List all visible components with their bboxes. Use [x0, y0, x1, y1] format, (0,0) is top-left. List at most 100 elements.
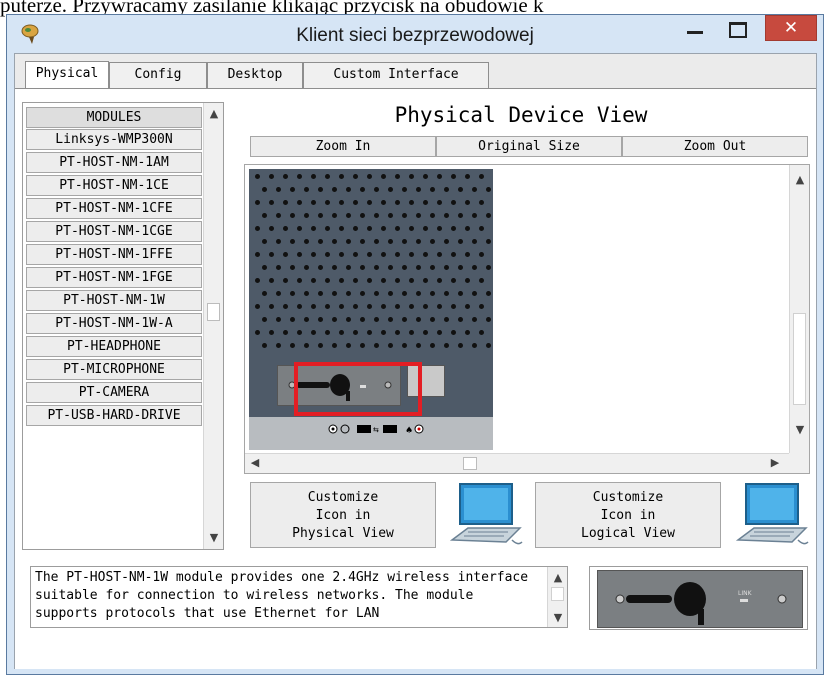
- view-vertical-scrollbar[interactable]: ▲ ▼: [789, 165, 809, 453]
- module-item[interactable]: PT-MICROPHONE: [26, 359, 202, 380]
- chassis-vent-hole: [262, 265, 267, 270]
- customize-physical-icon-button[interactable]: Customize Icon in Physical View: [250, 482, 436, 548]
- chassis-vent-hole: [318, 213, 323, 218]
- chassis-vent-hole: [423, 200, 428, 205]
- chassis-vent-hole: [346, 187, 351, 192]
- module-item[interactable]: PT-CAMERA: [26, 382, 202, 403]
- close-button[interactable]: ✕: [765, 15, 817, 41]
- chassis-vent-hole: [437, 226, 442, 231]
- chassis-vent-hole: [332, 187, 337, 192]
- title-bar[interactable]: Klient sieci bezprzewodowej ✕: [7, 15, 823, 53]
- chassis-vent-hole: [486, 317, 491, 322]
- chassis-vent-hole: [486, 213, 491, 218]
- customize-logical-icon-button[interactable]: Customize Icon in Logical View: [535, 482, 721, 548]
- highlight-frame: [294, 362, 422, 416]
- original-size-button[interactable]: Original Size: [436, 136, 622, 157]
- view-horizontal-scrollbar[interactable]: ◀ ▶: [245, 453, 789, 473]
- chassis-vent-hole: [311, 278, 316, 283]
- tab-config[interactable]: Config: [109, 62, 207, 88]
- chassis-vent-hole: [346, 317, 351, 322]
- chassis-vent-hole: [297, 226, 302, 231]
- chassis-vent-hole: [444, 265, 449, 270]
- chassis-vent-hole: [311, 304, 316, 309]
- chassis-vent-hole: [367, 226, 372, 231]
- chassis-vent-hole: [437, 304, 442, 309]
- chassis-vent-hole: [262, 343, 267, 348]
- module-item[interactable]: Linksys-WMP300N: [26, 129, 202, 150]
- module-item[interactable]: PT-HOST-NM-1AM: [26, 152, 202, 173]
- scroll-left-icon[interactable]: ◀: [249, 456, 261, 469]
- scroll-down-icon[interactable]: ▼: [204, 531, 224, 544]
- chassis-vent-hole: [325, 304, 330, 309]
- minimize-button[interactable]: [677, 15, 713, 41]
- zoom-in-button[interactable]: Zoom In: [250, 136, 436, 157]
- modules-scrollbar[interactable]: ▲ ▼: [203, 103, 223, 549]
- chassis-vent-hole: [416, 239, 421, 244]
- module-item[interactable]: PT-USB-HARD-DRIVE: [26, 405, 202, 426]
- chassis-vent-hole: [290, 213, 295, 218]
- module-item[interactable]: PT-HOST-NM-1FFE: [26, 244, 202, 265]
- chassis-vent-hole: [479, 200, 484, 205]
- chassis-vent-hole: [423, 330, 428, 335]
- chassis-vent-hole: [465, 200, 470, 205]
- module-item[interactable]: PT-HEADPHONE: [26, 336, 202, 357]
- chassis-vent-hole: [367, 330, 372, 335]
- computer-icon: [735, 483, 809, 545]
- modules-list[interactable]: MODULES Linksys-WMP300N PT-HOST-NM-1AM P…: [22, 102, 224, 550]
- chassis-vent-hole: [388, 317, 393, 322]
- module-item[interactable]: PT-HOST-NM-1CFE: [26, 198, 202, 219]
- tab-desktop[interactable]: Desktop: [207, 62, 303, 88]
- chassis-vent-hole: [311, 330, 316, 335]
- chassis-vent-hole: [290, 317, 295, 322]
- module-item[interactable]: PT-HOST-NM-1W-A: [26, 313, 202, 334]
- chassis-vent-hole: [332, 239, 337, 244]
- chassis-vent-hole: [346, 213, 351, 218]
- chassis-vent-hole: [367, 252, 372, 257]
- tab-physical[interactable]: Physical: [25, 61, 109, 89]
- chassis-vent-hole: [255, 226, 260, 231]
- chassis-vent-hole: [374, 213, 379, 218]
- chassis-vent-hole: [423, 174, 428, 179]
- scroll-down-icon[interactable]: ▼: [548, 609, 567, 627]
- chassis-vent-hole: [360, 317, 365, 322]
- physical-device-view[interactable]: ⇆ ♠ ▲ ▼ ◀ ▶: [244, 164, 810, 474]
- chassis-vent-hole: [297, 278, 302, 283]
- maximize-button[interactable]: [719, 15, 755, 41]
- maximize-icon: [729, 22, 747, 38]
- chassis-vent-hole: [276, 343, 281, 348]
- zoom-out-button[interactable]: Zoom Out: [622, 136, 808, 157]
- scroll-right-icon[interactable]: ▶: [769, 456, 781, 469]
- scroll-thumb[interactable]: [551, 587, 564, 601]
- scroll-thumb[interactable]: [793, 313, 806, 405]
- chassis-vent-hole: [402, 265, 407, 270]
- chassis-vent-hole: [437, 330, 442, 335]
- chassis-vent-hole: [472, 213, 477, 218]
- link-label: LINK: [738, 590, 753, 597]
- chassis-vent-hole: [444, 291, 449, 296]
- chassis-vent-hole: [430, 213, 435, 218]
- module-item[interactable]: PT-HOST-NM-1W: [26, 290, 202, 311]
- tab-custom-interface[interactable]: Custom Interface: [303, 62, 489, 88]
- module-description[interactable]: The PT-HOST-NM-1W module provides one 2.…: [30, 566, 568, 628]
- chassis-vent-hole: [395, 226, 400, 231]
- module-item[interactable]: PT-HOST-NM-1CGE: [26, 221, 202, 242]
- chassis-vent-hole: [409, 226, 414, 231]
- chassis-vent-hole: [262, 239, 267, 244]
- chassis-vent-hole: [423, 252, 428, 257]
- customize-line: Icon in: [600, 508, 656, 523]
- module-item[interactable]: PT-HOST-NM-1FGE: [26, 267, 202, 288]
- chassis-vent-hole: [353, 330, 358, 335]
- chassis-vent-hole: [458, 187, 463, 192]
- chassis-vent-hole: [395, 252, 400, 257]
- description-scrollbar[interactable]: ▲ ▼: [547, 567, 567, 627]
- scroll-up-icon[interactable]: ▲: [204, 107, 224, 120]
- scroll-thumb[interactable]: [207, 303, 220, 321]
- scroll-up-icon[interactable]: ▲: [790, 173, 810, 186]
- module-item[interactable]: PT-HOST-NM-1CE: [26, 175, 202, 196]
- scroll-thumb[interactable]: [463, 457, 477, 470]
- scroll-down-icon[interactable]: ▼: [790, 423, 810, 436]
- chassis-vent-hole: [276, 317, 281, 322]
- scroll-up-icon[interactable]: ▲: [548, 569, 567, 587]
- chassis-vent-hole: [360, 187, 365, 192]
- chassis-vent-hole: [374, 317, 379, 322]
